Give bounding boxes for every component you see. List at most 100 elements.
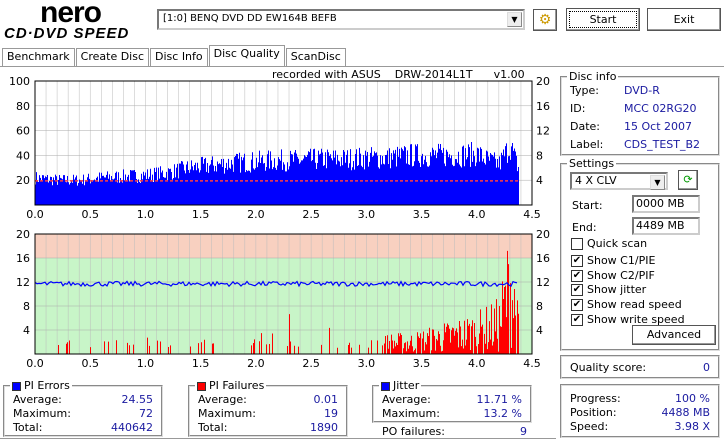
speed-select[interactable]: 4 X CLV ▼ <box>570 172 668 190</box>
position-value: 4488 MB <box>661 406 710 419</box>
y-tick-label: 4 <box>23 324 30 337</box>
start-button[interactable]: Start <box>566 8 640 31</box>
x-tick-label: 3.0 <box>358 208 376 221</box>
y-tick-label: 20 <box>16 228 30 241</box>
drive-select[interactable]: [1:0] BENQ DVD DD EW164B BEFB ▼ <box>157 9 525 30</box>
option-label: Quick scan <box>587 237 648 250</box>
y-tick-label: 60 <box>16 125 30 138</box>
x-tick-label: 3.5 <box>413 208 431 221</box>
y-tick-label: 8 <box>23 300 30 313</box>
pi-errors-maximum: 72 <box>139 407 153 420</box>
x-tick-label: 4.0 <box>468 208 486 221</box>
progress-value: 100 % <box>675 392 710 405</box>
checkbox-icon[interactable]: ✔ <box>571 313 583 326</box>
option-checkbox[interactable]: ✔ Show read speed <box>571 298 685 313</box>
tab-create-disc[interactable]: Create Disc <box>75 48 150 66</box>
x-tick-label: 0.5 <box>81 357 99 370</box>
maximum-label: Maximum: <box>13 407 71 420</box>
option-checkbox[interactable]: Quick scan <box>571 237 685 252</box>
end-input[interactable]: 4489 MB <box>632 217 700 235</box>
label-label: Label: <box>570 138 604 151</box>
option-checkbox[interactable]: ✔ Show C2/PIF <box>571 269 685 284</box>
chart-band <box>35 234 532 258</box>
pi-failures-maximum: 19 <box>324 407 338 420</box>
po-failures-label: PO failures: <box>382 425 445 438</box>
date-label: Date: <box>570 120 600 133</box>
checkbox-icon[interactable]: ✔ <box>571 299 583 312</box>
y2-tick-label: 8 <box>536 149 543 162</box>
total-label: Total: <box>13 421 43 434</box>
refresh-icon[interactable]: ⟳ <box>678 170 698 190</box>
checkbox-icon[interactable]: ✔ <box>571 269 583 282</box>
checkbox-icon[interactable]: ✔ <box>571 284 583 297</box>
total-label: Total: <box>198 421 228 434</box>
x-tick-label: 2.0 <box>247 208 265 221</box>
tab-disc-quality[interactable]: Disc Quality <box>208 45 285 66</box>
speed-value: 3.98 X <box>674 420 710 433</box>
checkbox-icon[interactable] <box>571 238 583 250</box>
y2-tick-label: 4 <box>536 324 543 337</box>
tab-benchmark[interactable]: Benchmark <box>2 48 75 66</box>
position-label: Position: <box>570 406 617 419</box>
settings-title: Settings <box>567 157 617 170</box>
type-label: Type: <box>570 84 599 97</box>
date-value: 15 Oct 2007 <box>624 120 693 133</box>
y-tick-label: 40 <box>16 149 30 162</box>
pi-failures-average: 0.01 <box>313 393 339 406</box>
disc-info-group: Disc info Type: DVD-R ID: MCC 02RG20 Date:… <box>560 70 720 156</box>
pi-failures-total: 1890 <box>310 421 338 434</box>
average-label: Average: <box>198 393 247 406</box>
pi-failures-group: PI Failures Average: 0.01 Maximum: 19 Tota… <box>188 379 348 437</box>
id-value: MCC 02RG20 <box>624 102 697 115</box>
option-label: Show jitter <box>587 283 647 297</box>
chevron-down-icon[interactable]: ▼ <box>650 175 665 190</box>
jitter-color-icon <box>381 381 390 391</box>
pi-errors-group: PI Errors Average: 24.55 Maximum: 72 Total… <box>3 379 163 437</box>
y-tick-label: 12 <box>16 276 30 289</box>
average-label: Average: <box>13 393 62 406</box>
progress-label: Progress: <box>570 392 621 405</box>
bottom-divider <box>0 438 556 439</box>
pi-errors-average: 24.55 <box>121 393 154 406</box>
y-tick-label: 100 <box>9 75 30 88</box>
progress-box: Progress: 100 % Position: 4488 MB Speed: 3.… <box>560 384 720 438</box>
tab-scandisc[interactable]: ScanDisc <box>285 48 346 66</box>
jitter-group: Jitter Average: 11.71 % Maximum: 13.2 % <box>372 379 532 423</box>
start-label: Start: <box>572 199 603 212</box>
disc-info-title: Disc info <box>567 70 619 83</box>
jitter-maximum: 13.2 % <box>483 407 522 420</box>
x-tick-label: 1.0 <box>137 208 155 221</box>
exit-button[interactable]: Exit <box>647 8 721 31</box>
label-value: CDS_TEST_B2 <box>624 138 701 151</box>
option-checkbox[interactable]: ✔ Show jitter <box>571 283 685 298</box>
id-label: ID: <box>570 102 586 115</box>
x-tick-label: 3.0 <box>358 357 376 370</box>
x-tick-label: 2.5 <box>302 208 320 221</box>
y2-tick-label: 8 <box>536 300 543 313</box>
x-tick-label: 2.5 <box>302 357 320 370</box>
maximum-label: Maximum: <box>382 407 440 420</box>
y2-tick-label: 20 <box>536 228 550 241</box>
average-label: Average: <box>382 393 431 406</box>
speed-value: 4 X CLV <box>575 174 617 187</box>
pi-errors-title: PI Errors <box>24 379 70 392</box>
pi-errors-color-icon <box>12 381 21 391</box>
tab-disc-info[interactable]: Disc Info <box>150 48 208 66</box>
start-input[interactable]: 0000 MB <box>632 195 700 213</box>
drive-value: [1:0] BENQ DVD DD EW164B BEFB <box>163 13 337 24</box>
checkbox-icon[interactable]: ✔ <box>571 254 583 267</box>
y-tick-label: 16 <box>16 252 30 265</box>
x-tick-label: 1.5 <box>192 357 210 370</box>
option-label: Show C2/PIF <box>587 268 655 282</box>
end-label: End: <box>572 221 597 234</box>
jitter-title: Jitter <box>393 379 420 392</box>
option-checkbox[interactable]: ✔ Show C1/PIE <box>571 254 685 269</box>
cd-dvd-speed-logo: CD·DVD SPEED <box>4 25 130 42</box>
options-list: Quick scan ✔ Show C1/PIE ✔ Show C2/PIF ✔ Show … <box>571 237 685 328</box>
chevron-down-icon[interactable]: ▼ <box>507 12 522 27</box>
x-tick-label: 2.0 <box>247 357 265 370</box>
x-tick-label: 0.0 <box>26 357 44 370</box>
drive-settings-icon[interactable]: ⚙ <box>533 9 557 31</box>
advanced-button[interactable]: Advanced <box>632 325 716 345</box>
settings-group: Settings 4 X CLV ▼ ⟳ Start: 0000 MB End: … <box>560 157 720 351</box>
